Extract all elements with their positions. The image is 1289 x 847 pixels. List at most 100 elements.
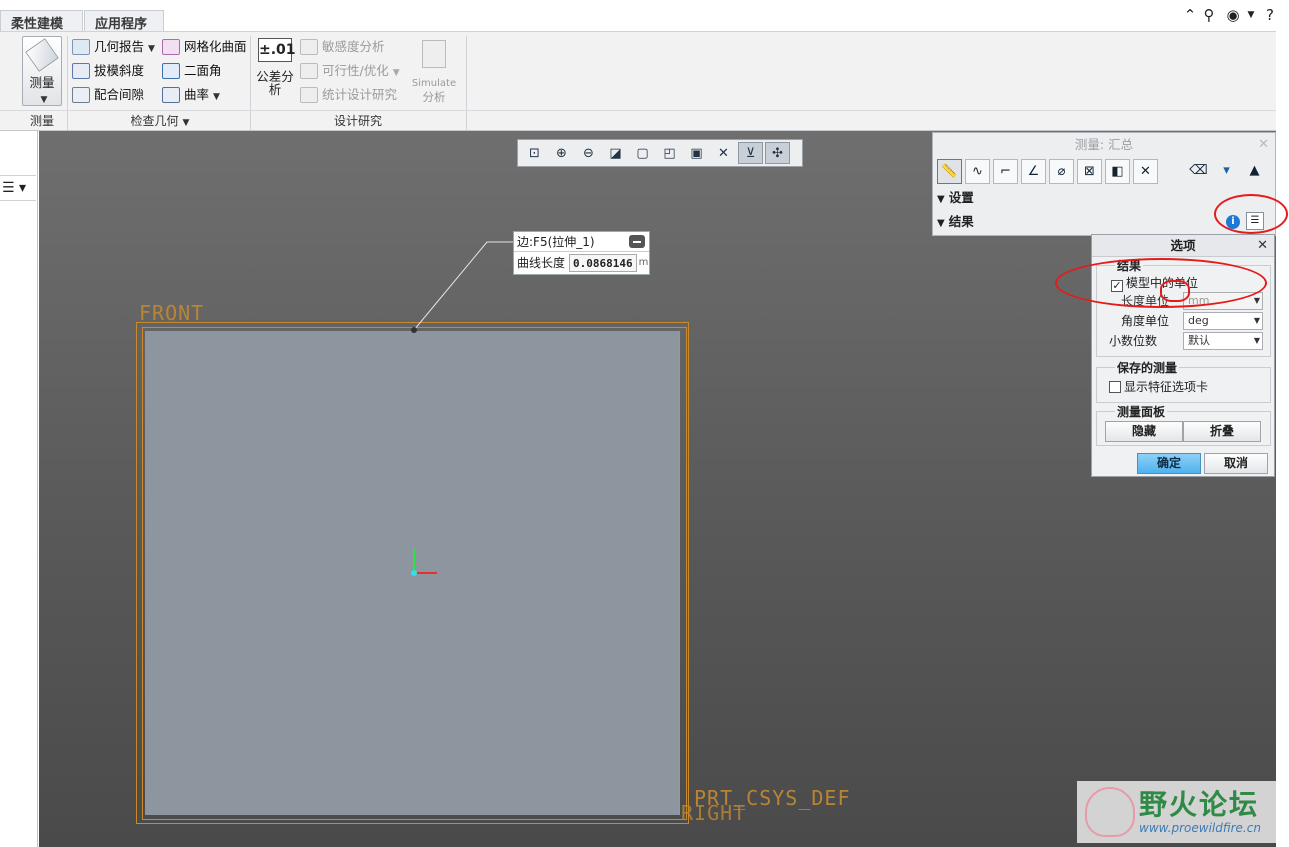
- dropdown-caret-icon[interactable]: ▼: [1243, 7, 1259, 23]
- statistical-design-button[interactable]: 统计设计研究: [300, 85, 397, 107]
- decimals-select[interactable]: 默认: [1183, 332, 1263, 350]
- results-section[interactable]: 结果: [937, 211, 974, 233]
- measure-angle-icon[interactable]: ∠: [1021, 159, 1046, 184]
- chevron-down-icon: ▼: [148, 44, 155, 54]
- simulate-analysis-button[interactable]: Simulate 分析: [408, 40, 460, 108]
- display-style-icon[interactable]: ▢: [630, 142, 655, 164]
- cancel-button[interactable]: 取消: [1204, 453, 1268, 474]
- measure-length-icon[interactable]: ∿: [965, 159, 990, 184]
- show-feature-tab-checkbox[interactable]: 显示特征选项卡: [1109, 378, 1208, 396]
- dihedral-button[interactable]: 二面角: [162, 61, 222, 83]
- help-icon[interactable]: ?: [1262, 7, 1278, 23]
- view-manager-icon[interactable]: ▣: [684, 142, 709, 164]
- sensitivity-analysis-button[interactable]: 敏感度分析: [300, 37, 385, 59]
- watermark-url: www.proewildfire.cn: [1139, 821, 1261, 835]
- callout-leader: [413, 241, 488, 331]
- mesh-surface-label: 网格化曲面: [184, 39, 247, 54]
- draft-button[interactable]: 拔模斜度: [72, 61, 144, 83]
- chevron-down-icon: ▼: [213, 92, 220, 102]
- statistics-icon: [300, 87, 318, 103]
- angle-unit-label: 角度单位: [1121, 314, 1170, 328]
- datum-display-icon[interactable]: ⊻: [738, 142, 763, 164]
- group-divider: [466, 36, 467, 130]
- community-icon[interactable]: ◉: [1225, 7, 1241, 23]
- measure-panel-fieldset: 测量面板 隐藏 折叠: [1096, 403, 1271, 446]
- chevron-down-icon: ▼: [392, 68, 400, 78]
- measure-diameter-icon[interactable]: ⌀: [1049, 159, 1074, 184]
- mesh-surface-button[interactable]: 网格化曲面: [162, 37, 247, 59]
- measure-callout[interactable]: 边:F5(拉伸_1) 曲线长度 0.0868146 m: [513, 231, 650, 275]
- datum-right-label: RIGHT: [681, 801, 747, 825]
- repaint-icon[interactable]: ◪: [603, 142, 628, 164]
- statistical-design-label: 统计设计研究: [322, 87, 398, 102]
- refit-icon[interactable]: ⊡: [522, 142, 547, 164]
- curvature-button[interactable]: 曲率 ▼: [162, 85, 220, 107]
- collapse-panel-icon[interactable]: ▲: [1242, 159, 1267, 184]
- butterfly-logo-icon: [1085, 787, 1135, 837]
- right-edge: [1276, 31, 1289, 847]
- checkbox-unchecked: [1109, 381, 1121, 393]
- measure-summary-icon[interactable]: 📏: [937, 159, 962, 184]
- sensitivity-analysis-label: 敏感度分析: [322, 39, 385, 54]
- geometry-report-label: 几何报告: [94, 39, 145, 54]
- group-divider: [67, 36, 68, 130]
- tolerance-icon: ±.01: [258, 38, 296, 62]
- measure-transform-icon[interactable]: ✕: [1133, 159, 1158, 184]
- chevron-down-icon: ▼: [182, 118, 190, 128]
- dihedral-icon: [162, 63, 180, 79]
- watermark: 野火论坛 www.proewildfire.cn: [1077, 781, 1276, 843]
- tab-applications[interactable]: 应用程序: [84, 10, 164, 32]
- ruler-icon: [25, 38, 59, 72]
- draft-icon: [72, 63, 90, 79]
- minimize-icon[interactable]: [629, 235, 645, 248]
- close-icon[interactable]: ✕: [1257, 235, 1268, 257]
- tool-spacer: [1161, 159, 1183, 187]
- feasibility-button[interactable]: 可行性/优化 ▼: [300, 61, 400, 83]
- annotation-display-icon[interactable]: ✕: [711, 142, 736, 164]
- collapse-button[interactable]: 折叠: [1183, 421, 1261, 442]
- zoom-out-icon[interactable]: ⊖: [576, 142, 601, 164]
- saved-measure-legend: 保存的测量: [1115, 359, 1180, 376]
- chevron-up-icon[interactable]: ⌃: [1182, 7, 1198, 23]
- feasibility-icon: [300, 63, 318, 79]
- measure-distance-icon[interactable]: ⌐: [993, 159, 1018, 184]
- saved-views-icon[interactable]: ◰: [657, 142, 682, 164]
- annotation-circle: [1160, 280, 1190, 302]
- search-icon[interactable]: ⚲: [1201, 7, 1217, 23]
- clearance-button[interactable]: 配合间隙: [72, 85, 144, 107]
- curvature-icon: [162, 87, 180, 103]
- tolerance-analysis-button[interactable]: ±.01 公差分析: [256, 38, 296, 108]
- clearance-icon: [72, 87, 90, 103]
- measure-button[interactable]: 测量 ▼: [22, 36, 62, 106]
- sensitivity-icon: [300, 39, 318, 55]
- mesh-icon: [162, 39, 180, 55]
- close-icon[interactable]: ✕: [1258, 133, 1269, 157]
- group-label-bar: [0, 110, 1276, 111]
- group-divider: [250, 36, 251, 130]
- settings-section[interactable]: 设置: [937, 187, 974, 209]
- zoom-in-icon[interactable]: ⊕: [549, 142, 574, 164]
- show-feature-tab-label: 显示特征选项卡: [1124, 380, 1209, 394]
- group-label-inspect[interactable]: 检查几何 ▼: [110, 112, 210, 130]
- feasibility-label: 可行性/优化: [322, 63, 389, 78]
- saved-measure-fieldset: 保存的测量 显示特征选项卡: [1096, 359, 1271, 403]
- chevron-down-icon: ▼: [40, 95, 48, 105]
- angle-unit-select[interactable]: deg: [1183, 312, 1263, 330]
- callout-unit: m: [638, 257, 649, 268]
- measure-area-icon[interactable]: ⊠: [1077, 159, 1102, 184]
- eraser-icon[interactable]: ⌫: [1186, 159, 1211, 184]
- draft-label: 拔模斜度: [94, 63, 145, 78]
- spin-center-icon[interactable]: ✣: [765, 142, 790, 164]
- tree-view-icon[interactable]: ☰ ▾: [0, 175, 36, 201]
- dihedral-label: 二面角: [184, 63, 222, 78]
- save-icon[interactable]: ▾: [1214, 159, 1239, 184]
- tab-flexible-modeling[interactable]: 柔性建模: [0, 10, 83, 32]
- measure-volume-icon[interactable]: ◧: [1105, 159, 1130, 184]
- extrude-surface[interactable]: [145, 331, 680, 815]
- ok-button[interactable]: 确定: [1137, 453, 1201, 474]
- geometry-report-button[interactable]: 几何报告 ▼: [72, 37, 155, 59]
- curvature-label: 曲率: [184, 87, 210, 102]
- graphics-toolbar: ⊡ ⊕ ⊖ ◪ ▢ ◰ ▣ ✕ ⊻ ✣: [517, 139, 803, 167]
- hide-button[interactable]: 隐藏: [1105, 421, 1183, 442]
- group-label-inspect-text: 检查几何: [130, 114, 179, 128]
